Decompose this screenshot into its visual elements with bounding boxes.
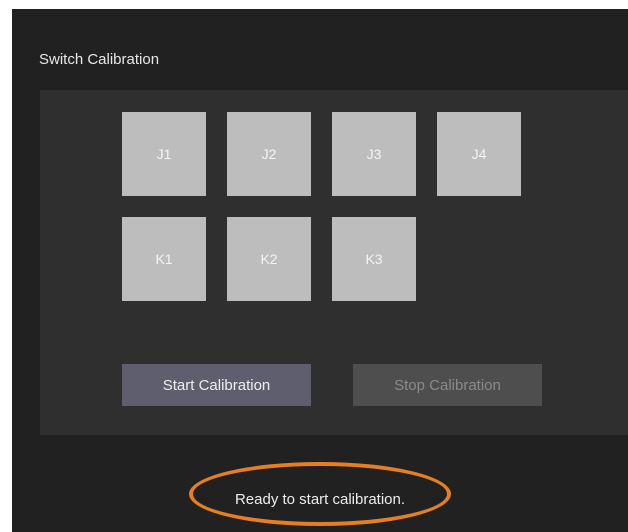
switch-tile-j1[interactable]: J1	[122, 112, 206, 196]
switch-tile-k1[interactable]: K1	[122, 217, 206, 301]
page-title: Switch Calibration	[39, 51, 160, 68]
calibration-window: Switch Calibration J1 J2 J3 J4 K1 K2 K3 …	[12, 9, 628, 532]
stop-calibration-button: Stop Calibration	[353, 364, 542, 406]
start-calibration-button[interactable]: Start Calibration	[122, 364, 311, 406]
switch-panel: J1 J2 J3 J4 K1 K2 K3 Start Calibration S…	[40, 90, 628, 435]
switch-tile-k2[interactable]: K2	[227, 217, 311, 301]
switch-tile-k3[interactable]: K3	[332, 217, 416, 301]
switch-tile-j4[interactable]: J4	[437, 112, 521, 196]
switch-tile-j3[interactable]: J3	[332, 112, 416, 196]
status-message: Ready to start calibration.	[234, 491, 406, 508]
switch-tile-j2[interactable]: J2	[227, 112, 311, 196]
